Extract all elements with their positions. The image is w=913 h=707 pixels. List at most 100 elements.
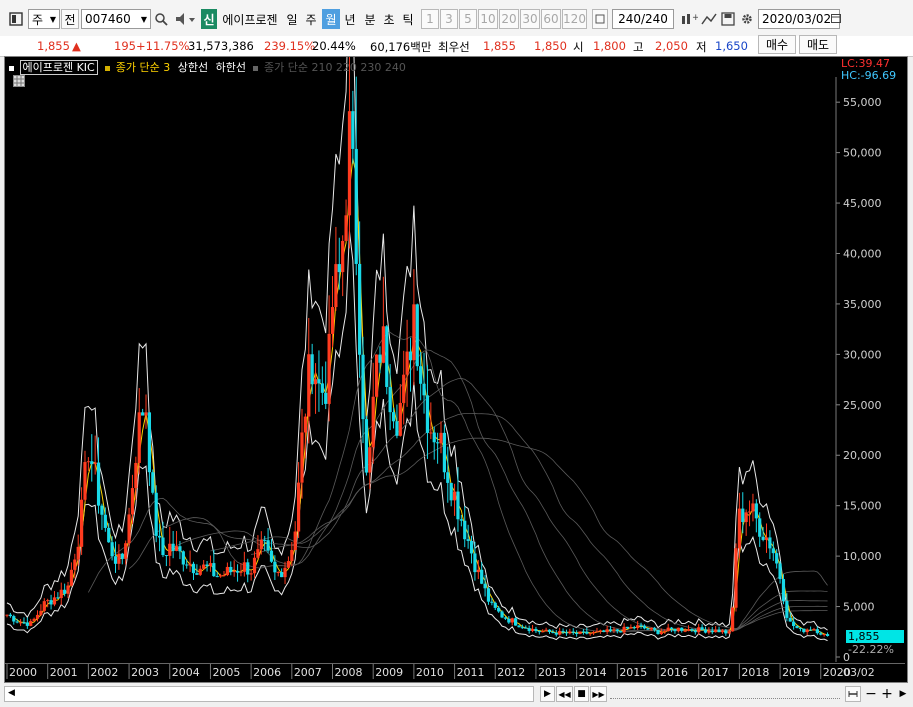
candle-body <box>432 432 436 443</box>
x-tick-label: 2018 <box>741 666 769 679</box>
trendline-icon[interactable] <box>700 9 718 29</box>
candle-body <box>768 537 772 549</box>
period-year[interactable]: 년 <box>342 9 358 29</box>
interval-3[interactable]: 3 <box>440 9 458 29</box>
grid-toggle-icon[interactable] <box>13 75 25 90</box>
change-value: 195 <box>114 39 136 53</box>
open-label: 시 <box>573 40 584 54</box>
candle-body <box>313 379 318 385</box>
period-day[interactable]: 일 <box>284 9 300 29</box>
legend-marker-icon <box>105 65 111 71</box>
candle-body <box>690 629 694 631</box>
interval-5[interactable]: 5 <box>459 9 477 29</box>
candle-body <box>86 461 90 463</box>
period-minute[interactable]: 분 <box>362 9 378 29</box>
candle-body <box>703 629 708 633</box>
candle-body <box>405 351 409 375</box>
period-month[interactable]: 월 <box>322 9 340 29</box>
scroll-left-icon[interactable]: ◀ <box>8 688 15 698</box>
interval-20[interactable]: 20 <box>499 9 519 29</box>
legend-long-ma[interactable]: 종가 단순 210 220 230 240 <box>264 61 406 74</box>
zoom-bar-icon[interactable] <box>845 686 861 702</box>
candle-body <box>124 543 128 559</box>
candle-body <box>280 572 284 578</box>
candle-body <box>113 556 118 564</box>
current-price: 1,855 <box>37 39 70 53</box>
play-button[interactable]: ▶ <box>540 686 555 702</box>
turnover-value: 20.44% <box>312 39 356 53</box>
y-tick-label: 35,000 <box>843 298 882 311</box>
candle-body <box>42 601 46 611</box>
interval-30[interactable]: 30 <box>520 9 540 29</box>
chart-frame[interactable]: 55,000 50,000 45,000 40,000 35,000 30,000 25,0… <box>4 56 908 683</box>
stop-button[interactable]: ■ <box>574 686 589 702</box>
candle-body <box>653 628 657 630</box>
window-icon[interactable] <box>7 9 25 29</box>
candle-body <box>202 564 206 569</box>
buy-button[interactable]: 매수 <box>758 35 796 54</box>
interval-1[interactable]: 1 <box>421 9 439 29</box>
candle-body <box>758 518 762 537</box>
low-label: 저 <box>696 40 707 54</box>
candle-body <box>246 562 250 575</box>
candle-body <box>666 627 670 631</box>
legend-title[interactable]: 에이프로젠 KIC <box>19 60 98 75</box>
candle-body <box>781 579 786 602</box>
zoom-in-button[interactable]: + <box>880 686 894 702</box>
candle-body <box>317 379 321 384</box>
candle-body <box>737 508 741 549</box>
candle-body <box>232 570 236 573</box>
candle-body <box>632 627 636 629</box>
low-price: 1,650 <box>715 39 748 53</box>
candle-body <box>473 553 477 573</box>
date-field[interactable]: 2020/03/02 <box>758 9 842 29</box>
candle-body <box>581 631 586 633</box>
candle-body <box>252 557 257 574</box>
candle-body <box>724 630 728 634</box>
candle-body <box>354 148 358 264</box>
add-indicator-icon[interactable]: + <box>679 9 699 29</box>
x-tick-label: 2006 <box>253 666 281 679</box>
legend-ma[interactable]: 종가 단순 3 <box>116 61 170 74</box>
forward-button[interactable]: ▶▶ <box>590 686 607 702</box>
candle-body <box>90 461 94 465</box>
candle-body <box>364 419 369 473</box>
speaker-icon[interactable] <box>172 9 198 29</box>
save-icon[interactable] <box>719 9 737 29</box>
horizontal-scrollbar[interactable]: ◀ <box>4 686 534 702</box>
interval-settings-icon[interactable] <box>592 9 608 29</box>
candle-body <box>629 627 633 629</box>
candle-body <box>320 383 324 393</box>
candle-body <box>669 627 674 629</box>
count-field[interactable]: 240/240 <box>612 9 674 29</box>
market-select[interactable]: 주 ▼ <box>28 9 60 29</box>
candle-body <box>263 539 267 541</box>
price-chart[interactable]: 55,000 50,000 45,000 40,000 35,000 30,000 25,0… <box>5 57 907 682</box>
period-week[interactable]: 주 <box>303 9 319 29</box>
rewind-button[interactable]: ◀◀ <box>556 686 573 702</box>
sell-button[interactable]: 매도 <box>799 35 837 54</box>
legend-upper[interactable]: 상한선 <box>178 61 208 74</box>
scroll-right-icon[interactable]: ▶ <box>896 686 910 702</box>
zoom-track[interactable] <box>610 690 840 699</box>
candle-body <box>547 629 552 632</box>
candle-body <box>459 519 463 521</box>
candle-body <box>642 625 647 629</box>
candle-body <box>469 540 474 554</box>
volume-value: 31,573,386 <box>188 39 254 53</box>
code-value: 007460 <box>85 12 131 26</box>
candle-body <box>205 564 209 567</box>
period-tick[interactable]: 틱 <box>400 9 416 29</box>
legend-lower[interactable]: 하한선 <box>216 61 246 74</box>
prev-button[interactable]: 전 <box>61 9 79 29</box>
interval-60[interactable]: 60 <box>541 9 561 29</box>
candle-body <box>344 215 348 241</box>
interval-10[interactable]: 10 <box>478 9 498 29</box>
search-icon[interactable] <box>152 9 170 29</box>
code-input[interactable]: 007460 ▼ <box>81 9 151 29</box>
zoom-out-button[interactable]: − <box>864 686 878 702</box>
candle-body <box>490 601 494 603</box>
period-second[interactable]: 초 <box>381 9 397 29</box>
interval-120[interactable]: 120 <box>562 9 587 29</box>
gear-icon[interactable] <box>738 9 756 29</box>
